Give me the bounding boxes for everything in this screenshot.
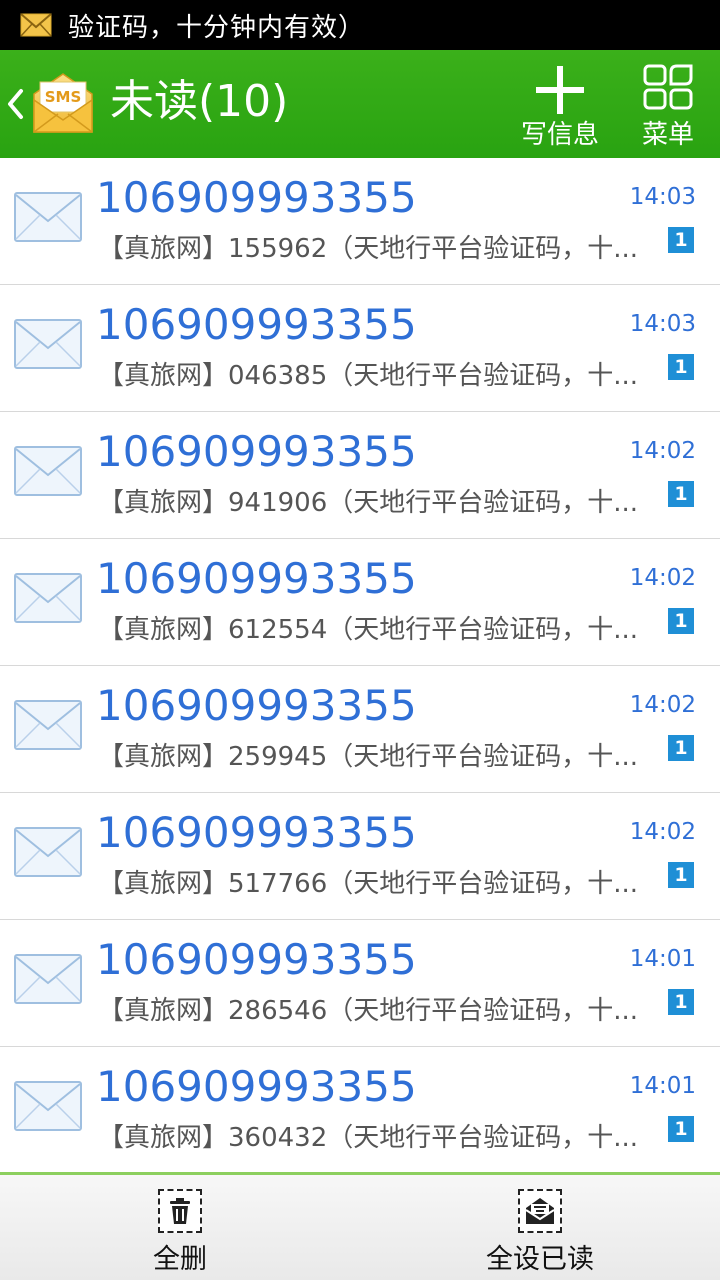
delete-all-button[interactable]: 全删 [80,1175,280,1280]
message-time: 14:03 [629,184,696,210]
list-item[interactable]: 106909993355 14:02 【真旅网】941906（天地行平台验证码，… [0,412,720,539]
chevron-left-icon [6,88,24,124]
mail-icon [20,13,52,37]
envelope-icon [14,954,82,1008]
list-item[interactable]: 106909993355 14:02 【真旅网】517766（天地行平台验证码，… [0,793,720,920]
notification-text: 验证码，十分钟内有效） [68,12,366,43]
unread-count-badge: 1 [668,735,694,761]
message-list: 106909993355 14:03 【真旅网】155962（天地行平台验证码，… [0,158,720,1172]
unread-count-badge: 1 [668,608,694,634]
message-time: 14:02 [629,819,696,845]
sms-envelope-icon: SMS [30,70,96,138]
envelope-icon [14,827,82,881]
sender-number: 106909993355 [96,554,417,603]
plus-icon [534,64,586,120]
unread-count-badge: 1 [668,227,694,253]
message-preview: 【真旅网】517766（天地行平台验证码，十... [98,869,639,899]
sender-number: 106909993355 [96,1062,417,1111]
mark-all-read-label: 全设已读 [486,1244,594,1275]
envelope-icon [14,1081,82,1135]
unread-count-badge: 1 [668,989,694,1015]
unread-count-badge: 1 [668,862,694,888]
message-time: 14:02 [629,438,696,464]
menu-button[interactable]: 菜单 [628,50,708,158]
sender-number: 106909993355 [96,300,417,349]
grid-menu-icon [643,64,693,114]
svg-text:SMS: SMS [45,88,82,106]
message-time: 14:03 [629,311,696,337]
envelope-icon [14,319,82,373]
compose-button[interactable]: 写信息 [508,50,612,158]
menu-label: 菜单 [641,120,694,150]
back-button[interactable]: SMS [0,50,104,158]
sender-number: 106909993355 [96,173,417,222]
sender-number: 106909993355 [96,935,417,984]
message-preview: 【真旅网】155962（天地行平台验证码，十... [98,234,639,264]
list-item[interactable]: 106909993355 14:03 【真旅网】155962（天地行平台验证码，… [0,158,720,285]
unread-count-badge: 1 [668,354,694,380]
action-bar: SMS 未读(10) 写信息 菜单 [0,50,720,158]
unread-count-badge: 1 [668,1116,694,1142]
envelope-icon [14,192,82,246]
page-title: 未读(10) [110,76,289,127]
message-preview: 【真旅网】360432（天地行平台验证码，十... [98,1123,639,1153]
list-item[interactable]: 106909993355 14:01 【真旅网】360432（天地行平台验证码，… [0,1047,720,1172]
envelope-icon [14,573,82,627]
message-preview: 【真旅网】612554（天地行平台验证码，十... [98,615,639,645]
bottom-toolbar: 全删 全设已读 [0,1172,720,1280]
list-item[interactable]: 106909993355 14:02 【真旅网】259945（天地行平台验证码，… [0,666,720,793]
message-preview: 【真旅网】941906（天地行平台验证码，十... [98,488,639,518]
sender-number: 106909993355 [96,808,417,857]
trash-icon [158,1189,202,1233]
list-item[interactable]: 106909993355 14:01 【真旅网】286546（天地行平台验证码，… [0,920,720,1047]
message-preview: 【真旅网】046385（天地行平台验证码，十... [98,361,639,391]
sender-number: 106909993355 [96,681,417,730]
message-time: 14:01 [629,1073,696,1099]
envelope-icon [14,446,82,500]
message-preview: 【真旅网】259945（天地行平台验证码，十... [98,742,639,772]
delete-all-label: 全删 [153,1244,207,1275]
message-time: 14:01 [629,946,696,972]
message-time: 14:02 [629,692,696,718]
unread-count-badge: 1 [668,481,694,507]
mark-all-read-button[interactable]: 全设已读 [440,1175,640,1280]
compose-label: 写信息 [520,120,599,150]
envelope-icon [14,700,82,754]
open-envelope-icon [518,1189,562,1233]
sender-number: 106909993355 [96,427,417,476]
message-time: 14:02 [629,565,696,591]
list-item[interactable]: 106909993355 14:03 【真旅网】046385（天地行平台验证码，… [0,285,720,412]
status-bar: 验证码，十分钟内有效） [0,0,720,50]
list-item[interactable]: 106909993355 14:02 【真旅网】612554（天地行平台验证码，… [0,539,720,666]
message-preview: 【真旅网】286546（天地行平台验证码，十... [98,996,639,1026]
